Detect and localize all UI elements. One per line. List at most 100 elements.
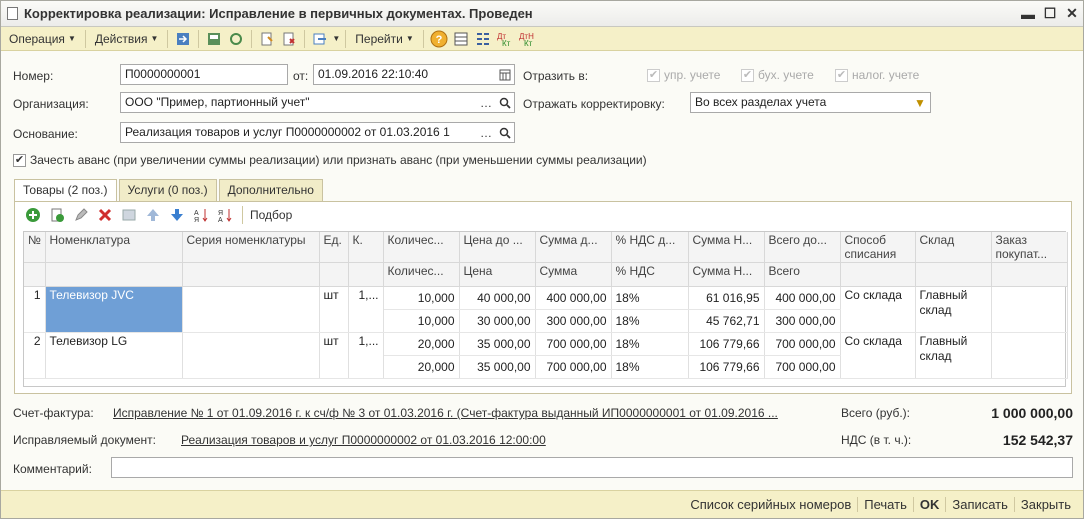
corrected-doc-link[interactable]: Реализация товаров и услуг П0000000002 о… [181,433,546,447]
sort-asc-icon[interactable]: АЯ [191,205,211,225]
chevron-down-icon[interactable]: ▼ [911,93,929,112]
minimize-button[interactable]: ▬ [1017,6,1039,22]
number-field[interactable]: П0000000001 [120,64,288,85]
item-name-cell[interactable]: Телевизор LG [45,332,183,379]
copy-icon[interactable] [257,29,277,49]
tab-services[interactable]: Услуги (0 поз.) [118,179,217,201]
price-after-cell[interactable]: 30 000,00 [459,309,536,333]
warehouse-cell[interactable]: Главный склад [915,332,992,379]
unit-cell[interactable]: шт [319,286,349,333]
vat-rate-after-cell[interactable]: 18% [611,309,689,333]
sum-after-cell[interactable]: 300 000,00 [535,309,612,333]
organization-field[interactable]: ООО "Пример, партионный учет" [120,92,515,113]
close-button[interactable]: Закрыть [1013,497,1077,512]
col-header[interactable]: Цена до ... [459,232,536,263]
col-header[interactable]: Количес... [383,232,460,263]
series-cell[interactable] [182,332,320,379]
operation-menu[interactable]: Операция ▼ [5,32,80,46]
close-window-button[interactable]: ✕ [1061,5,1083,22]
serial-numbers-button[interactable]: Список серийных номеров [684,497,857,512]
end-edit-icon[interactable] [119,205,139,225]
delete-icon[interactable] [95,205,115,225]
coef-cell[interactable]: 1,... [348,332,384,379]
order-cell[interactable] [991,332,1068,379]
dt-kt-tax-icon[interactable]: ДтН Кт [517,29,537,49]
post-and-close-icon[interactable] [173,29,193,49]
dt-kt-icon[interactable]: Дт Кт [495,29,515,49]
sum-after-cell[interactable]: 700 000,00 [535,355,612,379]
search-icon[interactable] [496,123,514,142]
goto-menu[interactable]: Перейти ▼ [351,32,417,46]
item-name-cell[interactable]: Телевизор JVC [45,286,183,333]
col-header[interactable]: Сумма д... [535,232,612,263]
total-after-cell[interactable]: 700 000,00 [764,355,841,379]
price-before-cell[interactable]: 35 000,00 [459,332,536,356]
qty-after-cell[interactable]: 10,000 [383,309,460,333]
pick-button[interactable]: Подбор [250,208,292,222]
move-down-icon[interactable] [167,205,187,225]
refresh-icon[interactable] [226,29,246,49]
add-icon[interactable] [23,205,43,225]
select-ellipsis-icon[interactable]: … [477,123,495,142]
col-header[interactable]: Серия номенклатуры [182,232,320,263]
method-cell[interactable]: Со склада [840,286,916,333]
col-header[interactable]: Сумма Н... [688,262,765,287]
tab-goods[interactable]: Товары (2 поз.) [14,179,117,202]
col-header[interactable]: Всего [764,262,841,287]
col-header[interactable]: Склад [915,232,992,263]
vat-rate-after-cell[interactable]: 18% [611,355,689,379]
table-row[interactable]: 1 Телевизор JVC шт 1,... 10,000 40 000,0… [24,286,1068,333]
warehouse-cell[interactable]: Главный склад [915,286,992,333]
tab-additional[interactable]: Дополнительно [218,179,323,201]
col-header[interactable]: Номенклатура [45,232,183,263]
print-button[interactable]: Печать [857,497,913,512]
col-header[interactable]: Заказ покупат... [991,232,1068,263]
qty-before-cell[interactable]: 20,000 [383,332,460,356]
edit-icon[interactable] [71,205,91,225]
sum-before-cell[interactable]: 700 000,00 [535,332,612,356]
col-header[interactable]: Способ списания [840,232,916,263]
advance-checkbox[interactable]: ✔ Зачесть аванс (при увеличении суммы реа… [13,153,647,167]
total-before-cell[interactable]: 700 000,00 [764,332,841,356]
col-header[interactable]: Сумма [535,262,612,287]
total-after-cell[interactable]: 300 000,00 [764,309,841,333]
structure-icon[interactable] [473,29,493,49]
col-header[interactable]: Количес... [383,262,460,287]
unit-cell[interactable]: шт [319,332,349,379]
col-header[interactable]: Сумма Н... [688,232,765,263]
vat-after-cell[interactable]: 106 779,66 [688,355,765,379]
coef-cell[interactable]: 1,... [348,286,384,333]
vat-before-cell[interactable]: 61 016,95 [688,286,765,310]
maximize-button[interactable]: ☐ [1039,5,1061,22]
qty-before-cell[interactable]: 10,000 [383,286,460,310]
method-cell[interactable]: Со склада [840,332,916,379]
comment-field[interactable] [111,457,1073,478]
delete-mark-icon[interactable] [279,29,299,49]
price-before-cell[interactable]: 40 000,00 [459,286,536,310]
ok-button[interactable]: OK [912,497,946,512]
move-up-icon[interactable] [143,205,163,225]
date-field[interactable]: 01.09.2016 22:10:40 [313,64,515,85]
actions-menu[interactable]: Действия ▼ [91,32,163,46]
col-header[interactable]: % НДС д... [611,232,689,263]
help-icon[interactable]: ? [429,29,449,49]
col-header[interactable]: Цена [459,262,536,287]
select-ellipsis-icon[interactable]: … [477,93,495,112]
basis-field[interactable]: Реализация товаров и услуг П0000000002 о… [120,122,515,143]
based-on-icon[interactable] [310,29,330,49]
table-view-icon[interactable] [451,29,471,49]
vat-rate-before-cell[interactable]: 18% [611,332,689,356]
vat-rate-before-cell[interactable]: 18% [611,286,689,310]
reflect-correction-select[interactable]: Во всех разделах учета [690,92,931,113]
total-before-cell[interactable]: 400 000,00 [764,286,841,310]
vat-after-cell[interactable]: 45 762,71 [688,309,765,333]
series-cell[interactable] [182,286,320,333]
col-header[interactable]: Всего до... [764,232,841,263]
order-cell[interactable] [991,286,1068,333]
qty-after-cell[interactable]: 20,000 [383,355,460,379]
sort-desc-icon[interactable]: ЯА [215,205,235,225]
save-button[interactable]: Записать [945,497,1014,512]
copy-row-icon[interactable] [47,205,67,225]
save-icon[interactable] [204,29,224,49]
search-icon[interactable] [496,93,514,112]
